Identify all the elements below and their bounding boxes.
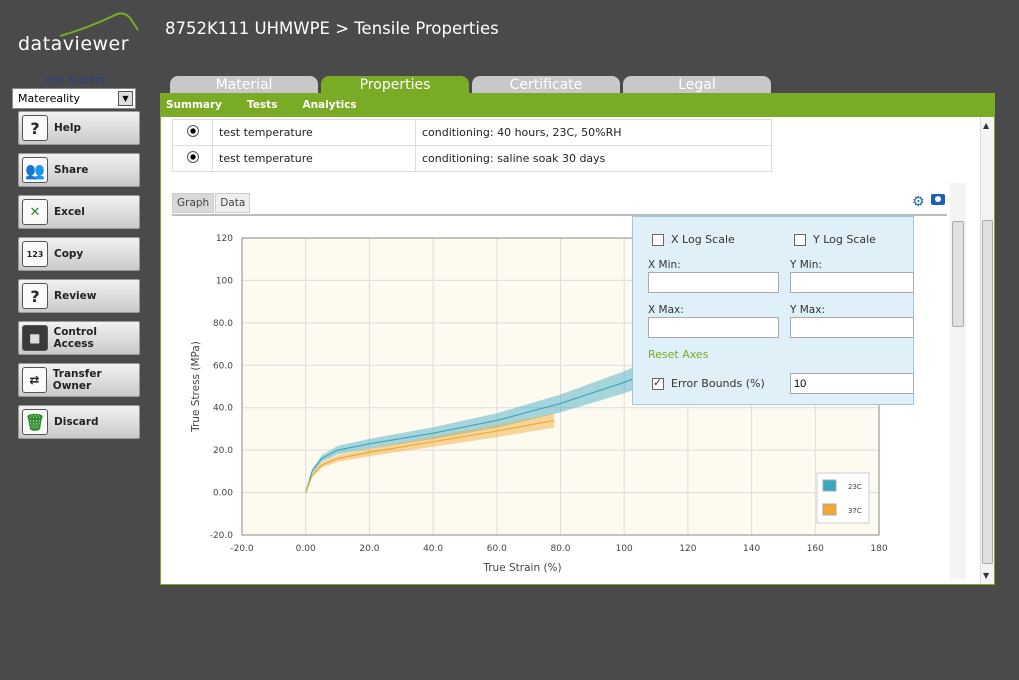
tab-properties[interactable]: Properties [321, 76, 469, 94]
dataviewer-logo: dataviewer [18, 8, 143, 56]
tab-certificate[interactable]: Certificate [472, 76, 620, 94]
share-button[interactable]: 👥 Share [18, 153, 140, 187]
error-bounds-input[interactable] [790, 373, 914, 394]
discard-label: Discard [54, 416, 99, 428]
error-bounds-label: Error Bounds (%) [671, 377, 765, 390]
legend-swatch-23c [822, 479, 837, 492]
y-tick-label: 120 [216, 234, 233, 244]
x-tick-label: 120 [679, 544, 696, 554]
reset-axes-link[interactable]: Reset Axes [648, 348, 708, 361]
y-tick-label: 60.0 [213, 361, 233, 371]
y-min-label: Y Min: [790, 259, 822, 271]
y-min-input[interactable] [790, 272, 914, 293]
subnav-analytics[interactable]: Analytics [302, 99, 356, 111]
x-log-scale-checkbox[interactable]: X Log Scale [652, 233, 735, 246]
dropdown-arrow-icon[interactable]: ▼ [118, 91, 133, 106]
discard-button[interactable]: 🗑 Discard [18, 405, 140, 439]
x-tick-label: 20.0 [359, 544, 379, 554]
control-access-label: Control Access [53, 326, 97, 350]
y-tick-label: 0.00 [213, 489, 233, 499]
error-bounds-checkbox-box[interactable] [652, 376, 664, 390]
legend-swatch-37c [822, 503, 837, 516]
transfer-owner-button[interactable]: ⇄ Transfer Owner [18, 363, 140, 397]
x-tick-label: -20.0 [230, 544, 254, 554]
unit-system-value: Matereality [18, 92, 81, 105]
subnav-summary[interactable]: Summary [166, 99, 222, 111]
review-label: Review [54, 290, 97, 302]
y-axis-label: True Stress (MPa) [190, 341, 202, 433]
subnav-tests[interactable]: Tests [247, 99, 277, 111]
transfer-owner-icon: ⇄ [22, 367, 47, 393]
y-max-label: Y Max: [790, 304, 825, 316]
lock-icon: ■ [22, 325, 48, 351]
x-min-input[interactable] [648, 272, 779, 293]
x-tick-label: 140 [743, 544, 760, 554]
tab-material[interactable]: Material [170, 76, 318, 94]
panel-scrollbar-thumb[interactable] [982, 220, 993, 564]
y-max-input[interactable] [790, 317, 914, 338]
page-title: 8752K111 UHMWPE > Tensile Properties [165, 19, 499, 38]
share-label: Share [54, 164, 89, 176]
x-tick-label: 160 [807, 544, 824, 554]
x-min-label: X Min: [648, 259, 681, 271]
x-tick-label: 180 [870, 544, 887, 554]
legend-label-23c: 23C [848, 483, 862, 491]
sub-navigation: Summary Tests Analytics [160, 93, 995, 117]
excel-icon: ✕ [22, 199, 48, 225]
x-log-checkbox-box[interactable] [652, 233, 664, 246]
y-log-scale-label: Y Log Scale [813, 233, 876, 246]
x-max-label: X Max: [648, 304, 684, 316]
x-tick-label: 80.0 [550, 544, 570, 554]
copy-icon: 123 [22, 241, 48, 267]
y-tick-label: 100 [216, 276, 233, 286]
help-button[interactable]: ? Help [18, 111, 140, 145]
panel-scrollbar[interactable]: ▲ ▼ [980, 117, 994, 584]
help-label: Help [54, 122, 82, 134]
y-tick-label: 20.0 [213, 446, 233, 456]
x-tick-label: 60.0 [487, 544, 507, 554]
legend-label-37c: 37C [848, 507, 862, 515]
x-tick-label: 0.00 [296, 544, 316, 554]
y-tick-label: -20.0 [210, 531, 234, 541]
main-tabs: Material Properties Certificate Legal [170, 76, 774, 94]
y-tick-label: 40.0 [213, 404, 233, 414]
help-icon: ? [22, 115, 48, 141]
trash-icon: 🗑 [22, 409, 48, 435]
review-button[interactable]: ? Review [18, 279, 140, 313]
scroll-up-icon[interactable]: ▲ [983, 121, 989, 130]
x-tick-label: 100 [616, 544, 633, 554]
control-access-button[interactable]: ■ Control Access [18, 321, 140, 355]
x-tick-label: 40.0 [423, 544, 443, 554]
copy-button[interactable]: 123 Copy [18, 237, 140, 271]
unit-system-label: Unit System: [44, 75, 109, 86]
logo-text: dataviewer [18, 33, 130, 55]
tab-legal[interactable]: Legal [623, 76, 771, 94]
excel-button[interactable]: ✕ Excel [18, 195, 140, 229]
scroll-down-icon[interactable]: ▼ [983, 571, 989, 580]
y-log-checkbox-box[interactable] [794, 233, 806, 246]
graph-scrollbar[interactable] [950, 183, 966, 579]
error-bounds-checkbox[interactable]: Error Bounds (%) [652, 376, 765, 390]
x-max-input[interactable] [648, 317, 779, 338]
excel-label: Excel [54, 206, 85, 218]
y-tick-label: 80.0 [213, 319, 233, 329]
y-log-scale-checkbox[interactable]: Y Log Scale [794, 233, 876, 246]
x-axis-label: True Strain (%) [482, 562, 561, 574]
transfer-owner-label: Transfer Owner [52, 368, 102, 392]
graph-scrollbar-thumb[interactable] [952, 221, 964, 327]
x-log-scale-label: X Log Scale [671, 233, 735, 246]
review-icon: ? [22, 283, 48, 309]
axis-settings-popover: X Log Scale Y Log Scale X Min: Y Min: X … [632, 216, 914, 405]
share-users-icon: 👥 [22, 157, 48, 183]
unit-system-select[interactable]: Matereality ▼ [12, 88, 136, 109]
copy-label: Copy [54, 248, 84, 260]
